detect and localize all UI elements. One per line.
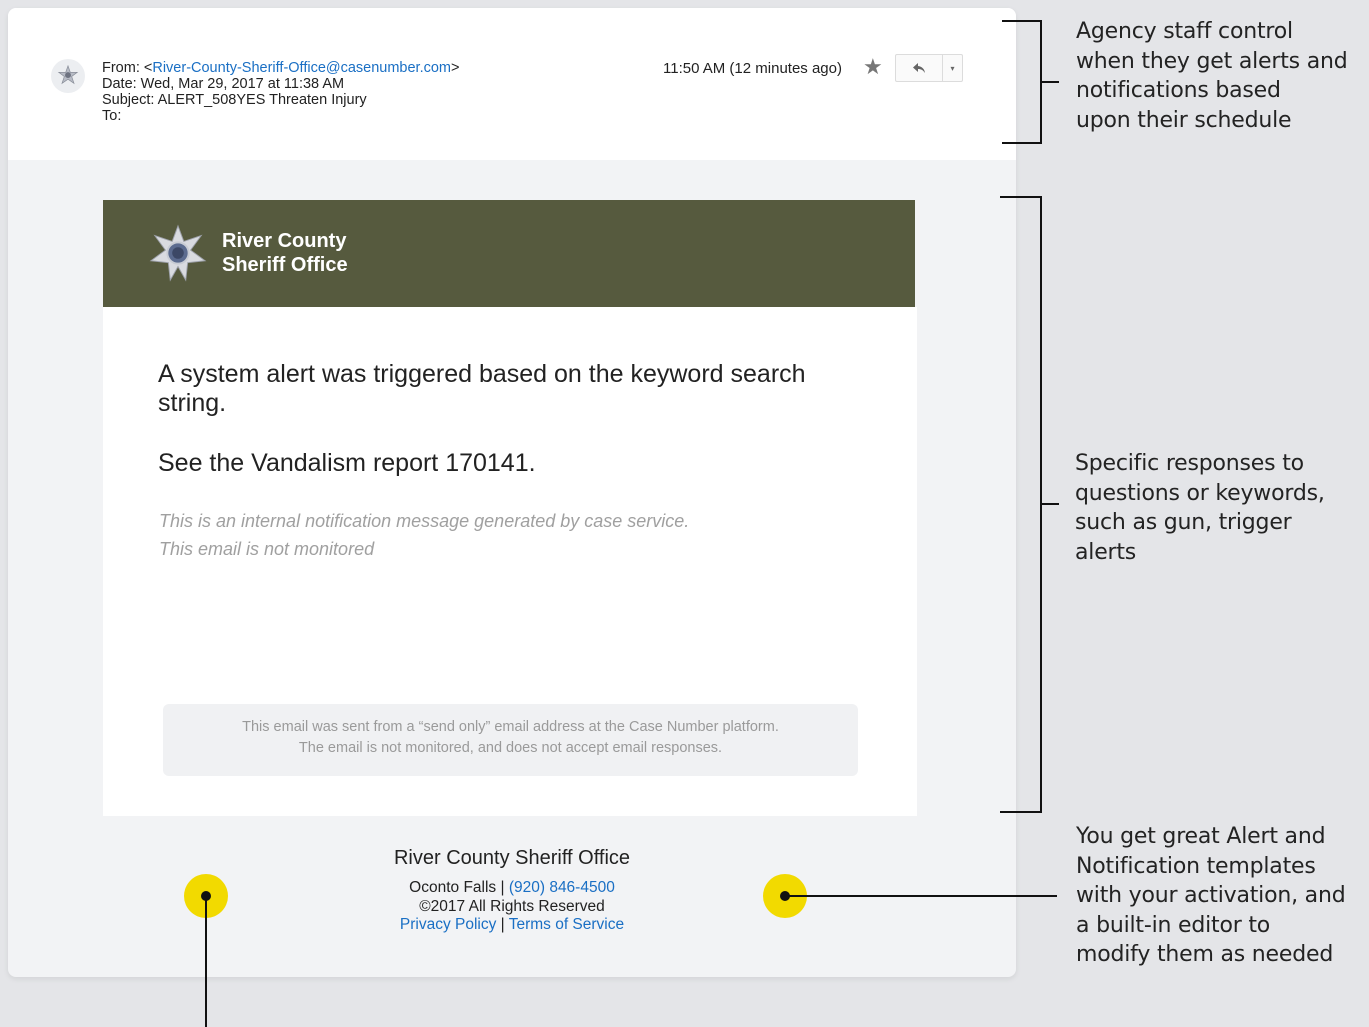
agency-name-line2: Sheriff Office [222, 254, 348, 276]
internal-note: This is an internal notification message… [159, 511, 690, 531]
agency-banner: River County Sheriff Office [103, 200, 915, 307]
sender-email-link[interactable]: River-County-Sheriff-Office@casenumber.c… [152, 60, 451, 76]
from-line: From: <River-County-Sheriff-Office@casen… [102, 60, 460, 76]
annotation-templates: You get great Alert and Notification tem… [1076, 824, 1346, 967]
email-header: From: <River-County-Sheriff-Office@casen… [8, 8, 1016, 160]
privacy-policy-link[interactable]: Privacy Policy [400, 916, 496, 933]
bracket-body [1000, 196, 1042, 813]
footer-org-name: River County Sheriff Office [393, 847, 631, 869]
bracket-body-tick [1041, 503, 1059, 505]
sender-avatar[interactable] [51, 59, 85, 93]
agency-name-line1: River County [222, 230, 347, 252]
subject-line: Subject: ALERT_508YES Threaten Injury [102, 92, 367, 108]
footer-links: Privacy Policy | Terms of Service [399, 916, 625, 933]
email-body: A system alert was triggered based on th… [103, 307, 917, 816]
email-meta: From: <River-County-Sheriff-Office@casen… [102, 60, 459, 124]
callout-line-left [205, 896, 207, 1027]
sheriff-star-icon [57, 65, 79, 85]
sheriff-badge-icon [149, 224, 207, 282]
footer-copyright: ©2017 All Rights Reserved [419, 898, 605, 915]
reply-icon [913, 63, 925, 73]
reply-button[interactable] [896, 55, 942, 81]
reply-button-group: ▾ [895, 54, 963, 82]
email-card: From: <River-County-Sheriff-Office@casen… [8, 8, 1016, 977]
alert-message: A system alert was triggered based on th… [158, 360, 806, 417]
annotation-schedule: Agency staff control when they get alert… [1076, 19, 1348, 133]
annotation-keywords: Specific responses to questions or keywo… [1075, 451, 1325, 565]
date-line: Date: Wed, Mar 29, 2017 at 11:38 AM [102, 76, 345, 92]
terms-of-service-link[interactable]: Terms of Service [509, 916, 624, 933]
not-monitored-note: This email is not monitored [159, 539, 375, 559]
dropdown-arrow-icon: ▾ [950, 63, 955, 73]
send-only-disclaimer: This email was sent from a “send only” e… [163, 704, 858, 776]
to-line: To: [102, 108, 122, 124]
callout-line-right [785, 895, 1057, 897]
more-options-button[interactable]: ▾ [942, 55, 962, 81]
bracket-header-tick [1041, 81, 1059, 83]
star-icon[interactable]: ★ [863, 56, 883, 78]
received-time: 11:50 AM (12 minutes ago) [663, 60, 842, 77]
bracket-header [1002, 20, 1042, 144]
report-message: See the Vandalism report 170141. [158, 449, 536, 477]
phone-link[interactable]: (920) 846-4500 [509, 879, 615, 896]
